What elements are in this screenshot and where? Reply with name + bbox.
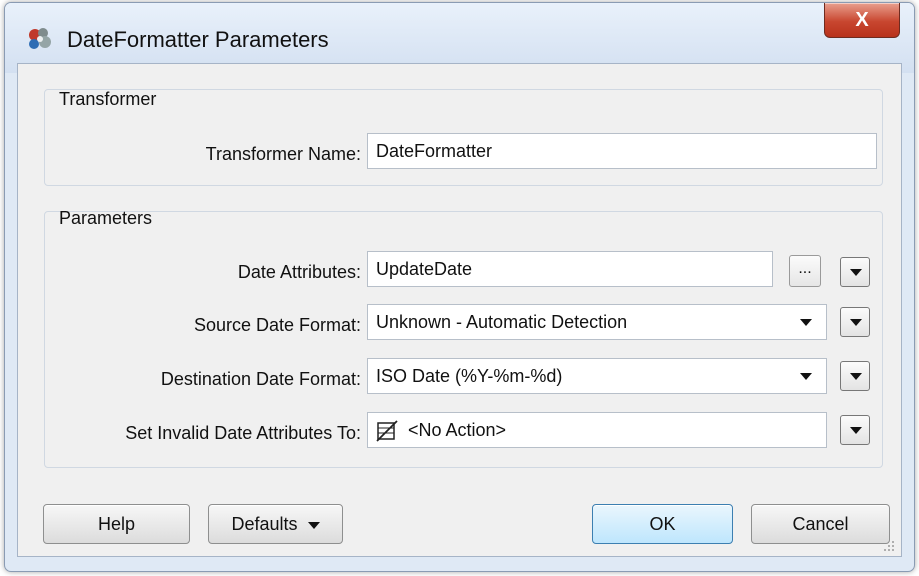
defaults-button[interactable]: Defaults	[208, 504, 343, 544]
date-formatter-dialog: DateFormatter Parameters X Transformer T…	[4, 2, 915, 572]
transformer-name-label: Transformer Name:	[205, 144, 361, 164]
resize-grip-icon[interactable]	[881, 538, 895, 552]
date-attributes-menu-button[interactable]	[840, 257, 870, 287]
invalid-date-attributes-menu-button[interactable]	[840, 415, 870, 445]
chevron-down-icon	[850, 373, 862, 380]
defaults-button-label: Defaults	[231, 514, 298, 534]
source-date-format-value: Unknown - Automatic Detection	[376, 312, 628, 332]
dialog-body: Transformer Transformer Name: DateFormat…	[17, 63, 902, 557]
cancel-button-label: Cancel	[792, 514, 849, 534]
chevron-down-icon	[850, 427, 862, 434]
chevron-down-icon	[800, 319, 812, 326]
cancel-button[interactable]: Cancel	[751, 504, 890, 544]
chevron-down-icon	[307, 521, 320, 529]
invalid-date-attributes-field[interactable]: <No Action>	[367, 412, 827, 448]
invalid-date-attributes-label: Set Invalid Date Attributes To:	[125, 423, 361, 443]
source-date-format-label: Source Date Format:	[193, 315, 361, 335]
destination-date-format-value: ISO Date (%Y-%m-%d)	[376, 366, 563, 386]
date-attributes-label: Date Attributes:	[237, 262, 361, 282]
destination-date-format-menu-button[interactable]	[840, 361, 870, 391]
close-icon: X	[855, 8, 869, 31]
destination-date-format-label: Destination Date Format:	[160, 369, 361, 389]
invalid-date-attributes-value: <No Action>	[408, 420, 507, 440]
ok-button[interactable]: OK	[592, 504, 733, 544]
window-title: DateFormatter Parameters	[67, 27, 329, 52]
chevron-down-icon	[800, 373, 812, 380]
fme-transformer-icon	[29, 28, 51, 49]
help-button-label: Help	[97, 514, 136, 534]
close-button[interactable]: X	[824, 3, 900, 38]
date-attributes-field[interactable]: UpdateDate	[367, 251, 773, 287]
source-date-format-combo[interactable]: Unknown - Automatic Detection	[367, 304, 827, 340]
destination-date-format-combo[interactable]: ISO Date (%Y-%m-%d)	[367, 358, 827, 394]
null-value-icon	[376, 420, 398, 442]
parameters-group-label: Parameters	[59, 208, 153, 228]
chevron-down-icon	[850, 269, 862, 276]
attribute-picker-button[interactable]: ...	[789, 255, 821, 287]
ok-button-label: OK	[649, 514, 676, 534]
transformer-group-label: Transformer	[59, 89, 157, 109]
transformer-name-field[interactable]: DateFormatter	[367, 133, 877, 169]
help-button[interactable]: Help	[43, 504, 190, 544]
chevron-down-icon	[850, 319, 862, 326]
source-date-format-menu-button[interactable]	[840, 307, 870, 337]
